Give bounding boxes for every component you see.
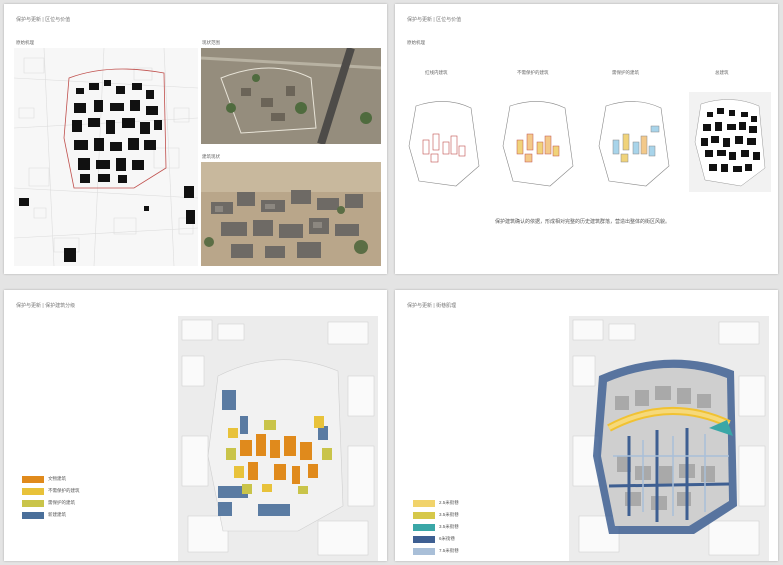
legend-swatch bbox=[22, 511, 44, 519]
street-fabric-map bbox=[569, 316, 769, 561]
figure-label: 原始机理 bbox=[16, 40, 34, 45]
legend-swatch bbox=[413, 535, 435, 543]
legend-item: 6米街巷 bbox=[413, 534, 459, 544]
legend-item: 3.5米街巷 bbox=[413, 510, 459, 520]
page-header: 保护与更新 | 区位与价值 bbox=[16, 17, 71, 23]
page-1: 保护与更新 | 区位与价值 原始机理 现状范围 建筑现状 bbox=[4, 4, 387, 274]
legend-item: 2.5米街巷 bbox=[413, 498, 459, 508]
legend-swatch bbox=[413, 499, 435, 507]
page-header: 保护与更新 | 街巷肌理 bbox=[407, 303, 457, 309]
figure-label: 建筑现状 bbox=[202, 154, 220, 159]
protection-grade-map bbox=[178, 316, 378, 561]
diagram-label: 不需保护的建筑 bbox=[517, 70, 549, 75]
legend-label: 2.5米街巷 bbox=[439, 500, 459, 505]
current-scope-aerial bbox=[201, 48, 381, 144]
figure-label: 现状范围 bbox=[202, 40, 220, 45]
diagram-redline bbox=[408, 101, 480, 187]
building-status-photo bbox=[201, 162, 381, 266]
legend-swatch bbox=[22, 475, 44, 483]
legend-swatch bbox=[413, 511, 435, 519]
legend-item: 新建建筑 bbox=[22, 510, 80, 520]
legend-item: 需保护的建筑 bbox=[22, 498, 80, 508]
legend-label: 文物建筑 bbox=[48, 476, 66, 481]
diagram-label: 红线内建筑 bbox=[425, 70, 448, 75]
legend-label: 3.5米街巷 bbox=[439, 512, 459, 517]
diagram-label: 总建筑 bbox=[715, 70, 729, 75]
section-label: 原始机理 bbox=[407, 40, 425, 45]
page-2: 保护与更新 | 区位与价值 原始机理 红线内建筑 不需保护的建筑 需保护的建筑 … bbox=[395, 4, 778, 274]
legend-label: 新建建筑 bbox=[48, 512, 66, 517]
legend-label: 3.5米街巷 bbox=[439, 524, 459, 529]
legend-label: 6米街巷 bbox=[439, 536, 456, 541]
diagram-nonprotected bbox=[502, 101, 574, 187]
legend-item: 7.5米街巷 bbox=[413, 546, 459, 556]
diagram-label: 需保护的建筑 bbox=[612, 70, 639, 75]
legend: 2.5米街巷 3.5米街巷 3.5米街巷 6米街巷 7.5米街巷 bbox=[413, 498, 459, 558]
legend-swatch bbox=[22, 499, 44, 507]
original-fabric-map bbox=[14, 48, 198, 266]
page-header: 保护与更新 | 区位与价值 bbox=[407, 17, 462, 23]
legend-swatch bbox=[413, 547, 435, 555]
legend-item: 不需保护的建筑 bbox=[22, 486, 80, 496]
legend-item: 文物建筑 bbox=[22, 474, 80, 484]
diagram-protected bbox=[598, 101, 670, 187]
page-4: 保护与更新 | 街巷肌理 2.5米街巷 3.5米街巷 3.5米街巷 6米街巷 7… bbox=[395, 290, 778, 561]
caption-note: 保护建筑确认的依据，形成相对完整的历史建筑群落，营造出整体的街区风貌。 bbox=[495, 219, 671, 225]
legend-item: 3.5米街巷 bbox=[413, 522, 459, 532]
diagram-all-buildings bbox=[689, 92, 771, 192]
legend-label: 需保护的建筑 bbox=[48, 500, 75, 505]
page-3: 保护与更新 | 保护建筑分级 文物建筑 不需保护的建筑 需保护的建筑 新建建筑 bbox=[4, 290, 387, 561]
legend-swatch bbox=[22, 487, 44, 495]
legend: 文物建筑 不需保护的建筑 需保护的建筑 新建建筑 bbox=[22, 474, 80, 522]
legend-label: 不需保护的建筑 bbox=[48, 488, 80, 493]
legend-swatch bbox=[413, 523, 435, 531]
legend-label: 7.5米街巷 bbox=[439, 548, 459, 553]
page-header: 保护与更新 | 保护建筑分级 bbox=[16, 303, 76, 309]
